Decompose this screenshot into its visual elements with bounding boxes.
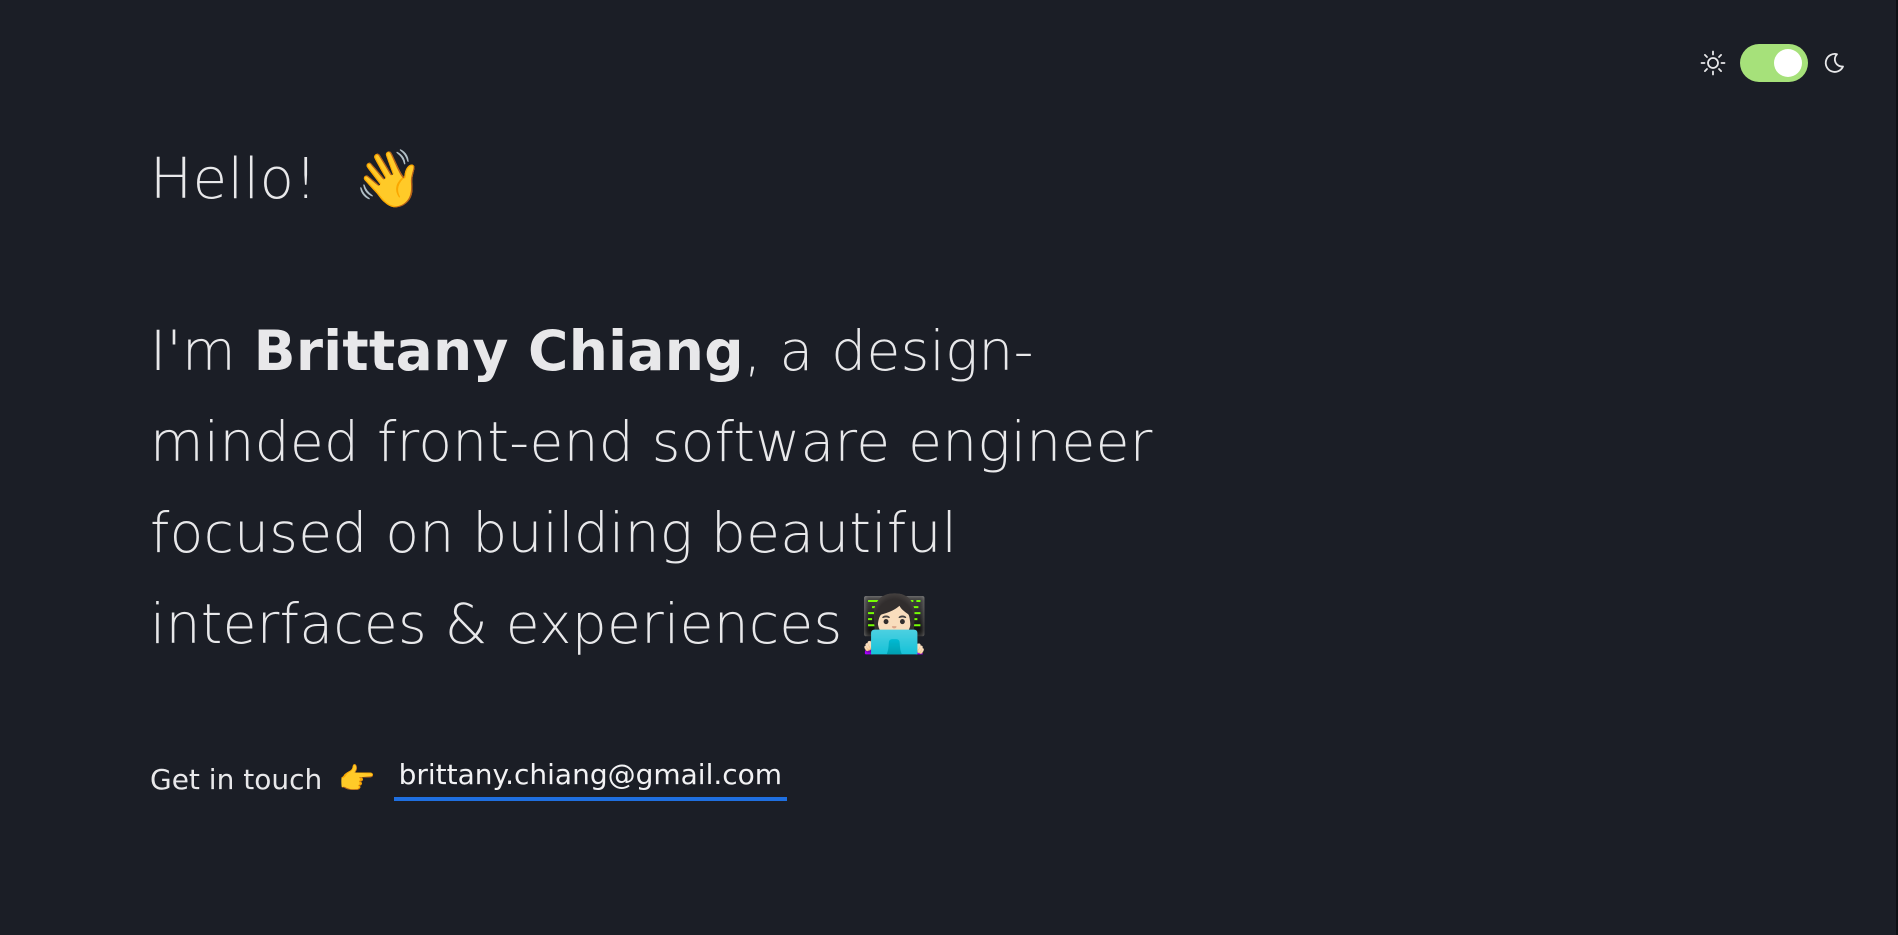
technologist-icon: 👩🏻‍💻	[860, 592, 930, 656]
switch-knob	[1774, 49, 1802, 77]
email-link[interactable]: brittany.chiang@gmail.com	[393, 758, 788, 801]
page: Hello! 👋 I'm Brittany Chiang, a design-m…	[0, 0, 1898, 935]
moon-icon	[1822, 51, 1846, 75]
dark-mode-switch[interactable]	[1740, 44, 1808, 82]
greeting-text: Hello!	[150, 147, 318, 212]
greeting-heading: Hello! 👋	[150, 140, 1210, 220]
theme-toggle	[1700, 44, 1846, 82]
contact-label: Get in touch	[150, 763, 323, 796]
sun-icon	[1700, 50, 1726, 76]
author-name: Brittany Chiang	[253, 319, 744, 383]
hero-section: Hello! 👋 I'm Brittany Chiang, a design-m…	[150, 140, 1210, 801]
pointing-hand-icon: 👉	[338, 762, 376, 797]
contact-row: Get in touch 👉 brittany.chiang@gmail.com	[150, 758, 1210, 801]
waving-hand-icon: 👋	[354, 147, 425, 212]
intro-prefix: I'm	[150, 319, 254, 383]
intro-paragraph: I'm Brittany Chiang, a design-minded fro…	[150, 306, 1210, 670]
